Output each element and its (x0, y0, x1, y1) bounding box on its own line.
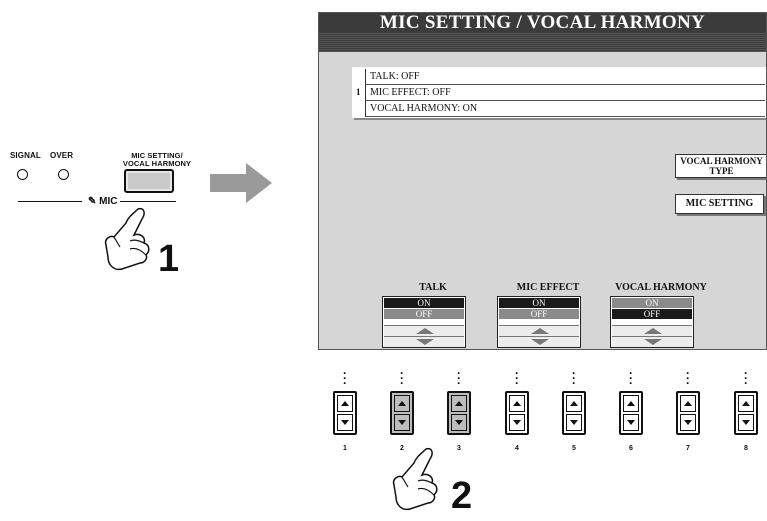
button-number: 4 (515, 445, 519, 452)
vocal-harmony-selector[interactable]: ON OFF (610, 296, 694, 348)
vocal-harmony-on-option[interactable]: ON (612, 298, 692, 308)
talk-down-arrow[interactable] (384, 336, 464, 347)
panel-button-5[interactable] (562, 391, 586, 435)
panel-button-3[interactable] (447, 391, 471, 435)
mic-effect-selector[interactable]: ON OFF (497, 296, 581, 348)
list-item-talk[interactable]: TALK: OFF (365, 69, 765, 85)
arrow-right-icon (210, 163, 272, 203)
mic-setting-hardware-button[interactable] (124, 169, 174, 193)
dots-indicator: · · · (400, 366, 404, 390)
divider-line (18, 201, 82, 202)
button-label-line2: VOCAL HARMONY (122, 159, 192, 168)
panel-button-2[interactable] (390, 391, 414, 435)
button-up-arrow[interactable] (394, 395, 410, 412)
over-led (58, 169, 69, 180)
vocal-harmony-down-arrow[interactable] (612, 336, 692, 347)
lcd-screen: MIC SETTING / VOCAL HARMONY 1 TALK: OFF … (318, 12, 767, 350)
button-number: 5 (572, 445, 576, 452)
up-arrow-icon (531, 328, 549, 334)
mic-setting-button-label: MIC SETTING/ VOCAL HARMONY (112, 152, 202, 168)
mic-effect-off-option[interactable]: OFF (499, 309, 579, 319)
button-number: 1 (343, 445, 347, 452)
button-down-arrow[interactable] (337, 414, 353, 431)
button-down-arrow[interactable] (394, 414, 410, 431)
dots-indicator: · · · (515, 366, 519, 390)
microphone-icon: ✎ (88, 196, 97, 207)
button-down-arrow[interactable] (566, 414, 582, 431)
screen-title: MIC SETTING / VOCAL HARMONY (379, 12, 706, 33)
signal-label: SIGNAL (10, 151, 41, 160)
button-number: 3 (457, 445, 461, 452)
button-down-arrow[interactable] (738, 414, 754, 431)
pointing-hand-icon (392, 447, 438, 511)
up-arrow-icon (644, 328, 662, 334)
button-down-arrow[interactable] (509, 414, 525, 431)
button-up-arrow[interactable] (451, 395, 467, 412)
talk-off-option[interactable]: OFF (384, 309, 464, 319)
button-up-arrow[interactable] (680, 395, 696, 412)
vocal-harmony-up-arrow[interactable] (612, 325, 692, 336)
panel-button-4[interactable] (505, 391, 529, 435)
dots-indicator: · · · (343, 366, 347, 390)
up-arrow-icon (416, 328, 434, 334)
button-number: 7 (686, 445, 690, 452)
settings-list: 1 TALK: OFF MIC EFFECT: OFF VOCAL HARMON… (352, 67, 766, 118)
mic-effect-on-option[interactable]: ON (499, 298, 579, 308)
mic-effect-up-arrow[interactable] (499, 325, 579, 336)
button-up-arrow[interactable] (566, 395, 582, 412)
over-label: OVER (50, 151, 74, 160)
vocal-harmony-off-option[interactable]: OFF (612, 309, 692, 319)
list-item-vocal-harmony[interactable]: VOCAL HARMONY: ON (365, 101, 765, 117)
header-stripes (319, 33, 766, 52)
vh-type-line2: TYPE (709, 166, 734, 176)
signal-led (17, 169, 28, 180)
panel-button-8[interactable] (734, 391, 758, 435)
step-number-2: 2 (451, 475, 473, 517)
screen-header: MIC SETTING / VOCAL HARMONY (319, 13, 766, 52)
dots-indicator: · · · (572, 366, 576, 390)
vh-type-line1: VOCAL HARMONY (680, 156, 763, 166)
mic-effect-column-title: MIC EFFECT (516, 282, 580, 293)
dots-indicator: · · · (629, 366, 633, 390)
button-number: 6 (629, 445, 633, 452)
button-down-arrow[interactable] (451, 414, 467, 431)
mic-setting-button[interactable]: MIC SETTING (675, 194, 764, 214)
button-down-arrow[interactable] (623, 414, 639, 431)
button-up-arrow[interactable] (738, 395, 754, 412)
list-item-mic-effect[interactable]: MIC EFFECT: OFF (365, 85, 765, 101)
talk-up-arrow[interactable] (384, 325, 464, 336)
down-arrow-icon (416, 339, 434, 345)
vocal-harmony-column-title: VOCAL HARMONY (615, 282, 707, 293)
dots-indicator: · · · (686, 366, 690, 390)
talk-column-title: TALK (419, 282, 447, 293)
talk-selector[interactable]: ON OFF (382, 296, 466, 348)
mic-effect-down-arrow[interactable] (499, 336, 579, 347)
button-up-arrow[interactable] (623, 395, 639, 412)
button-up-arrow[interactable] (509, 395, 525, 412)
talk-on-option[interactable]: ON (384, 298, 464, 308)
vocal-harmony-type-button[interactable]: VOCAL HARMONY TYPE (675, 154, 766, 178)
dots-indicator: · · · (744, 366, 748, 390)
down-arrow-icon (644, 339, 662, 345)
step-number-1: 1 (158, 238, 180, 280)
button-down-arrow[interactable] (680, 414, 696, 431)
down-arrow-icon (531, 339, 549, 345)
panel-button-7[interactable] (676, 391, 700, 435)
button-up-arrow[interactable] (337, 395, 353, 412)
button-number: 8 (744, 445, 748, 452)
divider-line (120, 201, 176, 202)
pointing-hand-icon (104, 207, 150, 271)
list-number: 1 (356, 87, 361, 97)
dots-indicator: · · · (457, 366, 461, 390)
panel-button-1[interactable] (333, 391, 357, 435)
panel-button-6[interactable] (619, 391, 643, 435)
